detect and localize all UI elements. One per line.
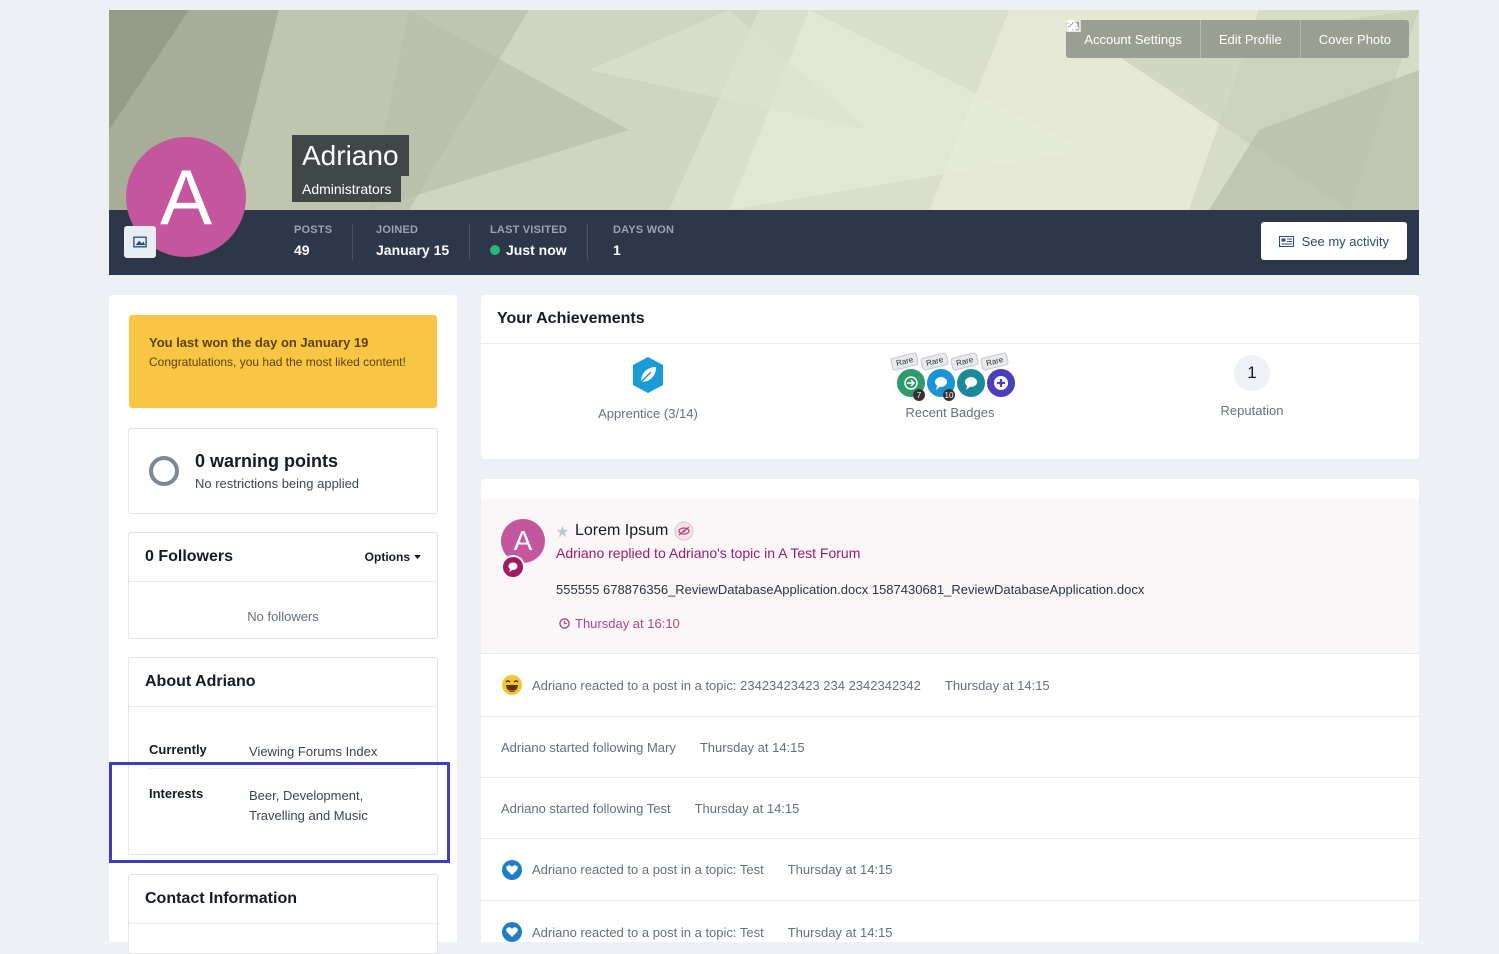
- activity-topic-title[interactable]: Lorem Ipsum: [575, 522, 668, 540]
- reputation-value: 1: [1234, 355, 1270, 391]
- see-activity-label: See my activity: [1301, 233, 1389, 249]
- about-divider: [149, 768, 417, 769]
- stat-joined: JOINED January 15: [356, 224, 471, 260]
- rank-leaf-icon: [633, 357, 663, 393]
- profile-sidebar: You last won the day on January 19 Congr…: [109, 295, 457, 954]
- warning-ring-icon: [149, 456, 179, 486]
- rank-achievement[interactable]: Apprentice (3/14): [498, 355, 798, 421]
- stat-posts-value: 49: [294, 242, 310, 258]
- no-followers-text: No followers: [247, 609, 319, 624]
- followers-title: 0 Followers: [145, 548, 234, 565]
- activity-time: Thursday at 14:15: [699, 739, 805, 755]
- stat-joined-value: January 15: [376, 242, 450, 258]
- activity-text: Adriano started following Mary: [501, 739, 676, 755]
- laughing-emoji-icon: [502, 675, 522, 695]
- stat-days-won: DAYS WON 1: [593, 224, 694, 260]
- day-won-text: Congratulations, you had the most liked …: [149, 355, 406, 369]
- day-won-notice: You last won the day on January 19 Congr…: [129, 315, 437, 408]
- activity-time[interactable]: Thursday at 16:10: [575, 616, 680, 631]
- stat-last-visited-label: LAST VISITED: [490, 224, 567, 236]
- rank-label: Apprentice (3/14): [598, 406, 698, 421]
- online-status-dot: [490, 245, 500, 255]
- stat-days-won-label: DAYS WON: [613, 224, 675, 236]
- achievements-title: Your Achievements: [481, 295, 1419, 344]
- activity-time: Thursday at 14:15: [787, 924, 893, 940]
- activity-item[interactable]: Adriano reacted to a post in a topic: 23…: [481, 654, 1419, 717]
- activity-text: Adriano reacted to a post in a topic: Te…: [532, 862, 764, 877]
- contact-title: Contact Information: [145, 890, 297, 907]
- followers-card: 0 Followers Options No followers: [128, 532, 438, 639]
- warning-points-title: 0 warning points: [195, 451, 339, 471]
- stat-days-won-value: 1: [613, 242, 621, 258]
- profile-group: Administrators: [292, 176, 402, 202]
- warning-points-card: 0 warning points No restrictions being a…: [128, 428, 438, 514]
- profile-name-block: Adriano Administrators: [292, 135, 409, 202]
- followers-options-button[interactable]: Options: [365, 550, 421, 564]
- badge-comment-icon: [955, 367, 987, 399]
- recent-badges-label: Recent Badges: [905, 405, 995, 420]
- stat-posts-label: POSTS: [294, 224, 333, 236]
- about-label-interests: Interests: [149, 786, 204, 801]
- about-card: About Adriano Currently Viewing Forums I…: [128, 657, 438, 855]
- activity-item[interactable]: Adriano started following Mary Thursday …: [481, 717, 1419, 778]
- stat-joined-label: JOINED: [376, 224, 419, 236]
- recent-badges-group: Rare Rare Rare Rare 7 10: [885, 351, 1017, 405]
- activity-text: Adriano reacted to a post in a topic: 23…: [532, 677, 921, 693]
- activity-item[interactable]: Adriano started following Test Thursday …: [481, 778, 1419, 839]
- cover-photo-button[interactable]: Cover Photo: [1066, 20, 1409, 58]
- stat-last-visited: LAST VISITED Just now: [470, 224, 588, 260]
- cover-photo: Account Settings Edit Profile Cover Phot…: [109, 10, 1419, 210]
- clock-icon: [559, 618, 570, 629]
- featured-activity[interactable]: A Lorem Ipsum Adriano replied to Adriano…: [481, 499, 1419, 654]
- followers-options-label: Options: [364, 550, 410, 564]
- edit-profile-button[interactable]: Edit Profile: [1067, 20, 1301, 58]
- activity-time: Thursday at 14:15: [787, 862, 893, 877]
- activity-time: Thursday at 14:15: [944, 677, 1050, 693]
- account-settings-label: Account Settings: [1084, 31, 1182, 47]
- warning-points-subtitle: No restrictions being applied: [195, 476, 360, 491]
- about-value-currently: Viewing Forums Index: [249, 744, 378, 759]
- profile-header: Account Settings Edit Profile Cover Phot…: [109, 10, 1419, 275]
- edit-profile-label: Edit Profile: [1218, 31, 1282, 47]
- hidden-eye-icon: [674, 521, 694, 541]
- heart-reaction-icon: [502, 859, 522, 880]
- stat-last-visited-value: Just now: [506, 242, 567, 258]
- caret-down-icon: [1066, 20, 1075, 25]
- cover-buttons-group: Account Settings Edit Profile Cover Phot…: [1066, 20, 1409, 58]
- activity-item[interactable]: Adriano reacted to a post in a topic: Te…: [481, 901, 1419, 942]
- stats-bar: POSTS 49 JOINED January 15 LAST VISITED …: [109, 210, 1419, 275]
- image-icon: [133, 236, 147, 248]
- newspaper-icon: [1278, 235, 1294, 247]
- activity-stream: A Lorem Ipsum Adriano replied to Adriano…: [481, 479, 1419, 942]
- activity-body: 555555 678876356_ReviewDatabaseApplicati…: [556, 582, 1145, 597]
- caret-down-icon: [414, 554, 421, 559]
- comment-badge-icon: [501, 555, 525, 579]
- cover-photo-label: Cover Photo: [1318, 31, 1391, 47]
- activity-text: Adriano started following Test: [501, 800, 671, 816]
- day-won-title: You last won the day on January 19: [149, 335, 369, 350]
- about-title: About Adriano: [145, 673, 256, 690]
- about-label-currently: Currently: [149, 742, 207, 757]
- reputation-label: Reputation: [1220, 403, 1284, 418]
- contact-card: Contact Information: [128, 874, 438, 954]
- heart-reaction-icon: [502, 922, 522, 942]
- see-activity-button[interactable]: See my activity: [1260, 222, 1407, 260]
- reputation-achievement[interactable]: 1 Reputation: [1102, 355, 1402, 418]
- activity-text: Adriano reacted to a post in a topic: Te…: [532, 924, 764, 940]
- activity-item[interactable]: Adriano reacted to a post in a topic: Te…: [481, 839, 1419, 901]
- account-settings-button[interactable]: Account Settings: [1066, 20, 1201, 58]
- activity-subtitle[interactable]: Adriano replied to Adriano's topic in A …: [556, 545, 860, 561]
- badge-count: 10: [943, 389, 955, 401]
- activity-time: Thursday at 14:15: [694, 800, 800, 816]
- profile-name: Adriano: [292, 135, 409, 176]
- about-value-interests: Beer, Development, Travelling and Music: [249, 788, 368, 823]
- change-photo-button[interactable]: [124, 226, 156, 258]
- recent-badges-achievement[interactable]: Rare Rare Rare Rare 7 10 Recent Badges: [800, 351, 1100, 420]
- achievements-panel: Your Achievements Apprentice (3/14) Rare…: [481, 295, 1419, 459]
- stat-posts: POSTS 49: [274, 224, 354, 260]
- badge-plus-icon: [985, 367, 1017, 399]
- star-icon: [556, 525, 569, 537]
- badge-count: 7: [913, 389, 925, 401]
